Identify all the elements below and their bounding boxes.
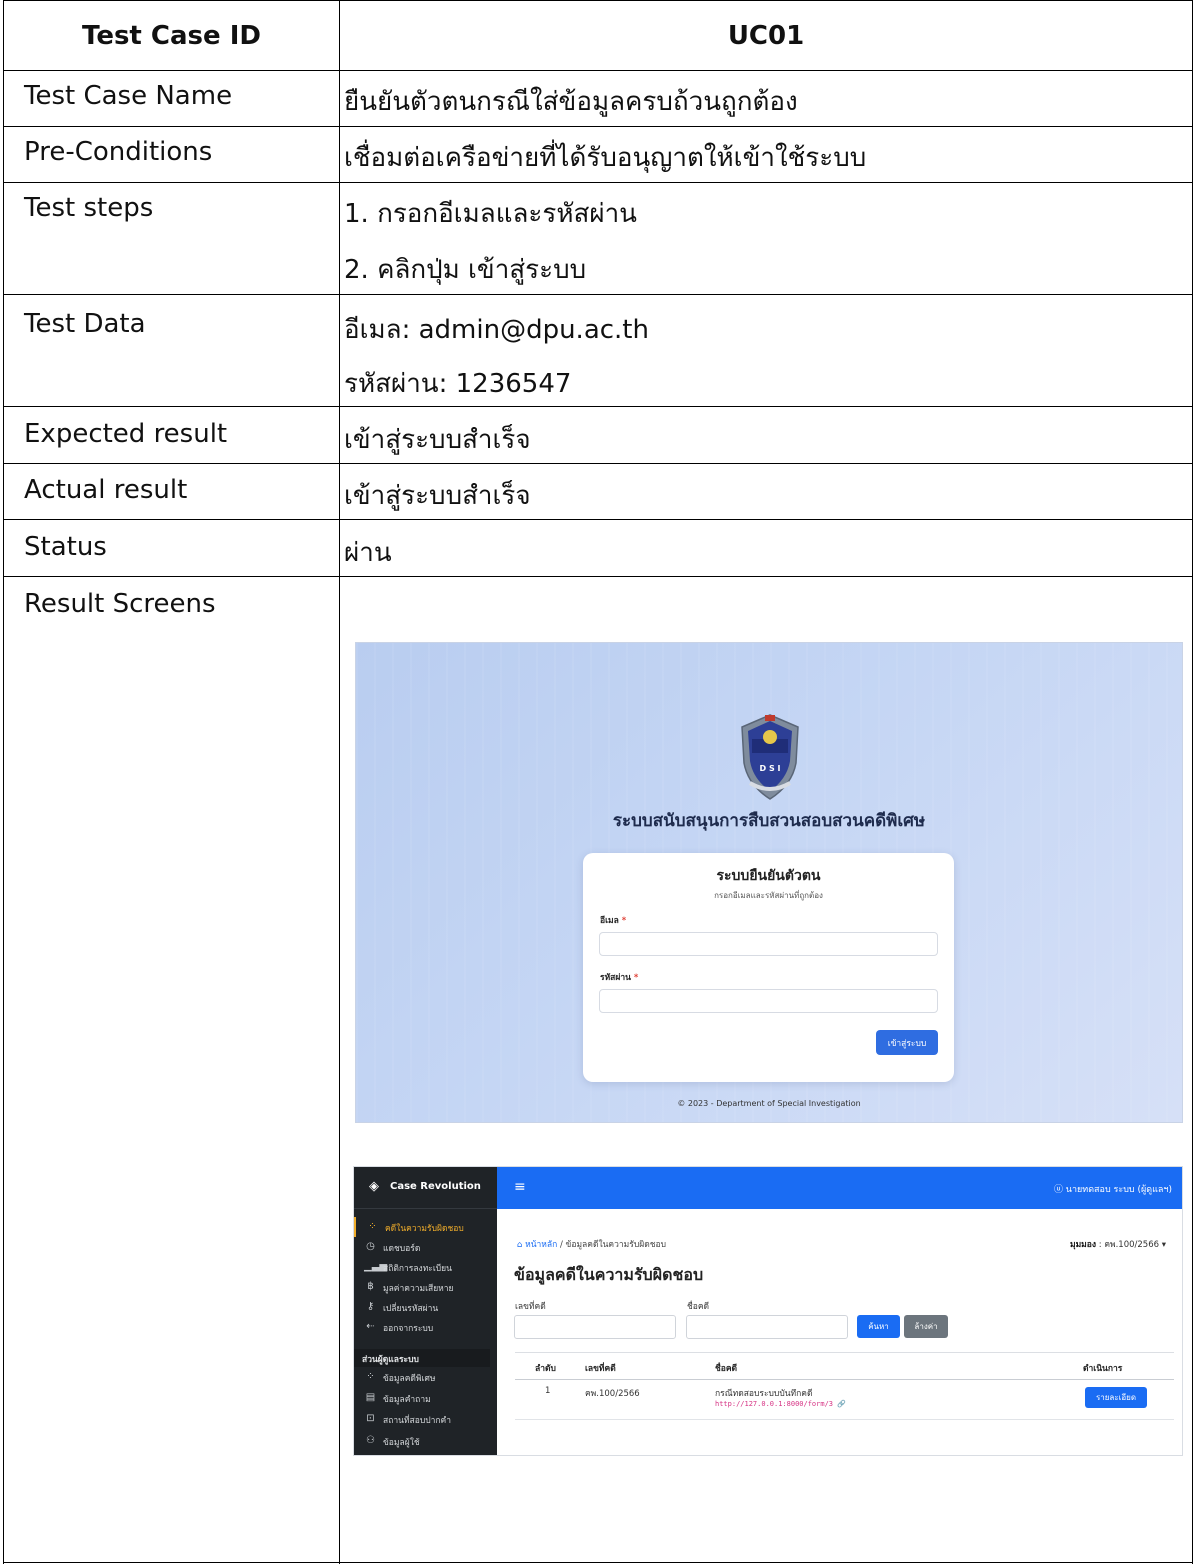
sidebar-item-damage-value[interactable]: ฿ มูลค่าความเสียหาย: [354, 1277, 497, 1297]
label-test-case-name: Test Case Name: [24, 81, 233, 111]
sidebar-item-my-cases[interactable]: ⁘ คดีในความรับผิดชอบ: [354, 1217, 497, 1237]
login-card-subtitle: กรอกอีเมลและรหัสผ่านที่ถูกต้อง: [714, 891, 823, 900]
row-pre-conditions: Pre-Conditions เชื่อมต่อเครือข่ายที่ได้ร…: [3, 126, 1193, 182]
value-pre-conditions: เชื่อมต่อเครือข่ายที่ได้รับอนุญาตให้เข้า…: [344, 143, 867, 173]
brand-name: Case Revolution: [390, 1181, 481, 1192]
password-input[interactable]: [599, 989, 938, 1013]
cell-case-no: คพ.100/2566: [585, 1389, 640, 1399]
login-button[interactable]: เข้าสู่ระบบ: [876, 1030, 938, 1055]
search-button[interactable]: ค้นหา: [857, 1315, 900, 1338]
breadcrumb-separator: /: [559, 1240, 563, 1250]
label-test-case-id: Test Case ID: [82, 21, 261, 51]
dashboard-icon: ◷: [366, 1241, 375, 1252]
view-selector-value: : คพ.100/2566 ▾: [1098, 1240, 1166, 1250]
grid-icon: ⁘: [368, 1221, 377, 1232]
sidebar-item-locations[interactable]: ⊡ สถานที่สอบปากคำ: [354, 1409, 497, 1429]
sidebar-item-questions[interactable]: ▤ ข้อมูลคำถาม: [354, 1388, 497, 1408]
login-footer: © 2023 - Department of Special Investiga…: [677, 1099, 861, 1108]
label-status: Status: [24, 532, 107, 562]
row-expected-result: Expected result เข้าสู่ระบบสำเร็จ: [3, 406, 1193, 463]
view-selector[interactable]: มุมมอง : คพ.100/2566 ▾: [1070, 1237, 1166, 1251]
sidebar-item-change-password[interactable]: ⚷ เปลี่ยนรหัสผ่าน: [354, 1297, 497, 1317]
value-test-step-2: 2. คลิกปุ่ม เข้าสู่ระบบ: [344, 255, 587, 285]
dsi-shield-logo-icon: D S I: [741, 714, 799, 800]
sidebar-admin-section: ส่วนผู้ดูแลระบบ: [354, 1349, 490, 1367]
label-test-steps: Test steps: [24, 193, 154, 223]
row-test-case-id: Test Case ID UC01: [3, 0, 1193, 70]
sidebar-brand[interactable]: ◈ Case Revolution: [354, 1167, 497, 1209]
table-bottom-border: [3, 1562, 1193, 1563]
value-test-step-1: 1. กรอกอีเมลและรหัสผ่าน: [344, 199, 637, 229]
value-actual-result: เข้าสู่ระบบสำเร็จ: [344, 481, 531, 511]
hamburger-icon[interactable]: ≡: [514, 1179, 526, 1195]
breadcrumb: ⌂ หน้าหลัก / ข้อมูลคดีในความรับผิดชอบ: [517, 1237, 666, 1251]
sidebar-item-statistics[interactable]: ▁▃▅ สถิติการลงทะเบียน: [354, 1257, 497, 1277]
case-name-input[interactable]: [686, 1315, 848, 1339]
email-label: อีเมล *: [600, 916, 627, 926]
value-expected-result: เข้าสู่ระบบสำเร็จ: [344, 425, 531, 455]
logo-dsi-text: D S I: [760, 764, 781, 773]
email-input[interactable]: [599, 932, 938, 956]
sidebar-item-special-cases[interactable]: ⁘ ข้อมูลคดีพิเศษ: [354, 1367, 497, 1387]
key-icon: ⚷: [366, 1301, 375, 1312]
sidebar-item-logout[interactable]: ⇠ ออกจากระบบ: [354, 1317, 497, 1337]
view-selector-label: มุมมอง: [1069, 1240, 1097, 1250]
column-header-case-name: ชื่อคดี: [715, 1364, 738, 1374]
password-label: รหัสผ่าน *: [600, 973, 639, 983]
top-navbar: ≡ ⓤ นายทดสอบ ระบบ (ผู้ดูแลฯ): [497, 1167, 1182, 1209]
column-header-action: ดำเนินการ: [1083, 1364, 1123, 1374]
login-page-title: ระบบสนับสนุนการสืบสวนสอบสวนคดีพิเศษ: [612, 811, 926, 831]
label-expected-result: Expected result: [24, 419, 228, 449]
login-card: ระบบยืนยันตัวตน กรอกอีเมลและรหัสผ่านที่ถ…: [583, 853, 954, 1082]
dashboard-screenshot: ◈ Case Revolution ⁘ คดีในความรับผิดชอบ ◷…: [353, 1166, 1183, 1456]
case-no-input[interactable]: [514, 1315, 676, 1339]
value-test-case-id: UC01: [727, 21, 805, 51]
clear-button[interactable]: ล้างค่า: [904, 1315, 948, 1338]
detail-button[interactable]: รายละเอียด: [1085, 1387, 1147, 1408]
logout-icon: ⇠: [366, 1321, 375, 1332]
row-status: Status ผ่าน: [3, 519, 1193, 576]
breadcrumb-home[interactable]: ⌂ หน้าหลัก: [517, 1240, 557, 1250]
user-menu[interactable]: ⓤ นายทดสอบ ระบบ (ผู้ดูแลฯ): [1054, 1182, 1172, 1196]
required-mark: *: [621, 916, 627, 926]
layers-icon: ◈: [369, 1179, 379, 1194]
value-test-case-name: ยืนยันตัวตนกรณีใส่ข้อมูลครบถ้วนถูกต้อง: [344, 87, 798, 117]
grid-icon: ⁘: [366, 1371, 375, 1382]
row-test-data: Test Data อีเมล: admin@dpu.ac.th รหัสผ่า…: [3, 294, 1193, 406]
value-test-data-password: รหัสผ่าน: 1236547: [344, 369, 572, 399]
case-no-label: เลขที่คดี: [515, 1302, 546, 1312]
column-header-case-no: เลขที่คดี: [585, 1364, 616, 1374]
row-test-case-name: Test Case Name ยืนยันตัวตนกรณีใส่ข้อมูลค…: [3, 70, 1193, 126]
main-content: ⌂ หน้าหลัก / ข้อมูลคดีในความรับผิดชอบ มุ…: [497, 1209, 1182, 1455]
value-test-data-email: อีเมล: admin@dpu.ac.th: [344, 315, 649, 345]
label-pre-conditions: Pre-Conditions: [24, 137, 213, 167]
sidebar-item-dashboard[interactable]: ◷ แดชบอร์ด: [354, 1237, 497, 1257]
row-test-steps: Test steps 1. กรอกอีเมลและรหัสผ่าน 2. คล…: [3, 182, 1193, 294]
breadcrumb-current: ข้อมูลคดีในความรับผิดชอบ: [565, 1240, 666, 1250]
cases-table: ลำดับ เลขที่คดี ชื่อคดี ดำเนินการ 1 คพ.1…: [515, 1352, 1174, 1420]
chat-icon: ▤: [365, 1392, 376, 1403]
sidebar: ◈ Case Revolution ⁘ คดีในความรับผิดชอบ ◷…: [354, 1167, 497, 1455]
case-name-label: ชื่อคดี: [687, 1302, 710, 1312]
user-icon: ⚇: [366, 1435, 375, 1446]
cell-order: 1: [545, 1386, 551, 1396]
label-actual-result: Actual result: [24, 475, 188, 505]
login-card-title: ระบบยืนยันตัวตน: [716, 868, 821, 884]
bookmark-icon: ⊡: [366, 1413, 375, 1424]
row-actual-result: Actual result เข้าสู่ระบบสำเร็จ: [3, 463, 1193, 519]
money-icon: ฿: [367, 1281, 374, 1292]
column-header-order: ลำดับ: [535, 1364, 556, 1374]
label-result-screens: Result Screens: [24, 589, 216, 619]
value-status: ผ่าน: [344, 538, 392, 568]
label-test-data: Test Data: [24, 309, 146, 339]
sidebar-item-users[interactable]: ⚇ ข้อมูลผู้ใช้: [354, 1431, 497, 1451]
cell-case-link[interactable]: http://127.0.0.1:8000/form/3 🔗: [715, 1400, 846, 1408]
table-row-divider: [515, 1419, 1174, 1420]
bar-chart-icon: ▁▃▅: [364, 1261, 388, 1272]
page-title: ข้อมูลคดีในความรับผิดชอบ: [514, 1265, 704, 1284]
table-header-divider: [515, 1379, 1174, 1380]
required-mark: *: [633, 973, 639, 983]
cell-case-name: กรณีทดสอบระบบบันทึกคดี: [715, 1389, 813, 1399]
login-screenshot: D S I ระบบสนับสนุนการสืบสวนสอบสวนคดีพิเศ…: [355, 642, 1183, 1123]
